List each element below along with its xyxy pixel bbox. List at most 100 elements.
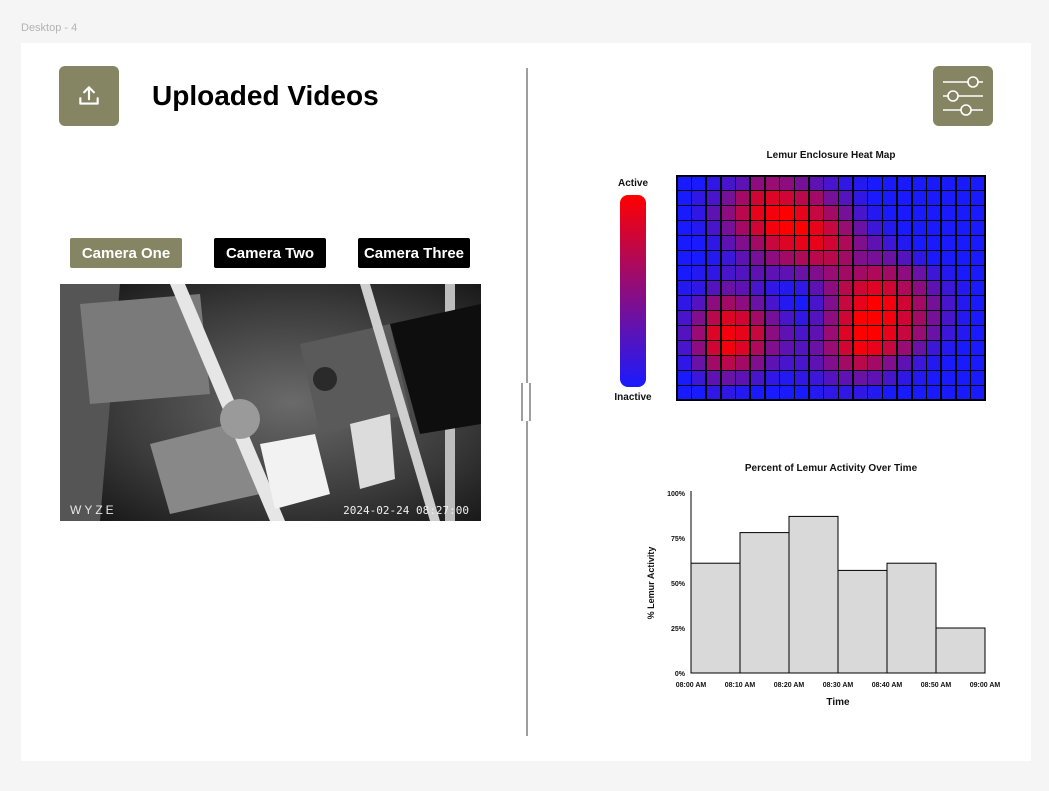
- heatmap-cell: [677, 206, 691, 220]
- heatmap-cell: [780, 326, 794, 340]
- heatmap-cell: [677, 281, 691, 295]
- heatmap-cell: [956, 386, 970, 400]
- heatmap-cell: [780, 236, 794, 250]
- heatmap-cell: [941, 236, 956, 250]
- heatmap-cell: [853, 266, 867, 280]
- filter-settings-button[interactable]: [933, 66, 993, 126]
- heatmap-cell: [927, 356, 941, 370]
- upload-button[interactable]: [59, 66, 119, 126]
- y-tick-label: 75%: [671, 536, 686, 543]
- heatmap-cell: [839, 176, 853, 190]
- page-title: Uploaded Videos: [152, 80, 379, 111]
- heatmap-cell: [824, 281, 838, 295]
- heatmap-cell: [868, 356, 882, 370]
- x-tick-label: 09:00 AM: [970, 682, 1001, 689]
- heatmap-cell: [736, 176, 750, 190]
- heatmap-cell: [897, 296, 912, 310]
- heatmap-cell: [677, 326, 691, 340]
- heatmap-cell: [809, 206, 823, 220]
- heatmap-cell: [883, 176, 897, 190]
- heatmap-cell: [692, 326, 706, 340]
- heatmap-cell: [883, 191, 897, 205]
- heatmap-cell: [853, 311, 867, 325]
- heatmap-cell: [956, 236, 970, 250]
- heatmap-cell: [809, 236, 823, 250]
- divider-drag-handle[interactable]: [521, 383, 531, 421]
- x-tick-label: 08:20 AM: [774, 682, 805, 689]
- heatmap-cell: [897, 206, 912, 220]
- upload-icon: [79, 86, 99, 105]
- heatmap-cell: [971, 251, 985, 265]
- heatmap-cell: [706, 386, 721, 400]
- heatmap-cell: [868, 371, 882, 385]
- heatmap-cell: [971, 341, 985, 355]
- heatmap-cell: [706, 251, 721, 265]
- x-tick-label: 08:30 AM: [823, 682, 854, 689]
- activity-bar: [690, 562, 741, 674]
- camera-three-button[interactable]: Camera Three: [358, 238, 470, 268]
- heatmap-cell: [839, 386, 853, 400]
- heatmap-cell: [897, 221, 912, 235]
- heatmap-cell: [765, 191, 779, 205]
- heatmap-cell: [736, 356, 750, 370]
- heatmap-cell: [824, 326, 838, 340]
- heatmap-cell: [897, 191, 912, 205]
- heatmap-cell: [883, 281, 897, 295]
- heatmap-cell: [706, 236, 721, 250]
- heatmap-cell: [750, 176, 765, 190]
- camera-two-button[interactable]: Camera Two: [214, 238, 326, 268]
- heatmap-cell: [883, 236, 897, 250]
- heatmap-cell: [824, 236, 838, 250]
- heatmap-cell: [765, 311, 779, 325]
- heatmap-cell: [839, 206, 853, 220]
- heatmap-cell: [971, 281, 985, 295]
- heatmap-cell: [971, 176, 985, 190]
- heatmap-cell: [941, 281, 956, 295]
- heatmap-cell: [765, 356, 779, 370]
- heatmap-cell: [795, 356, 809, 370]
- heatmap-cell: [883, 206, 897, 220]
- heatmap-cell: [677, 191, 691, 205]
- heatmap-cell: [883, 221, 897, 235]
- y-axis-label: % Lemur Activity: [646, 547, 656, 620]
- heatmap-cell: [839, 221, 853, 235]
- heatmap-cell: [795, 206, 809, 220]
- heatmap-cell: [941, 266, 956, 280]
- heatmap-cell: [795, 236, 809, 250]
- heatmap-cell: [706, 206, 721, 220]
- heatmap-cell: [736, 311, 750, 325]
- heatmap-cell: [883, 386, 897, 400]
- camera-one-button[interactable]: Camera One: [70, 238, 182, 268]
- heatmap-cell: [750, 296, 765, 310]
- heatmap-cell: [750, 386, 765, 400]
- heatmap-cell: [912, 311, 926, 325]
- heatmap-cell: [795, 191, 809, 205]
- heatmap-cell: [780, 221, 794, 235]
- heatmap-cell: [868, 311, 882, 325]
- legend-active-label: Active: [617, 178, 648, 189]
- heatmap-cell: [941, 221, 956, 235]
- heatmap-cell: [677, 341, 691, 355]
- heatmap-cell: [780, 191, 794, 205]
- heatmap-cell: [809, 281, 823, 295]
- sliders-icon: [943, 76, 983, 116]
- heatmap-cell: [780, 281, 794, 295]
- heatmap-cell: [883, 311, 897, 325]
- heatmap-cell: [912, 341, 926, 355]
- heatmap-cell: [677, 176, 691, 190]
- heatmap-cell: [839, 371, 853, 385]
- heatmap-cell: [795, 326, 809, 340]
- heatmap-cell: [750, 326, 765, 340]
- heatmap-cell: [883, 341, 897, 355]
- heatmap-cell: [956, 191, 970, 205]
- heatmap-cell: [824, 191, 838, 205]
- heatmap-cell: [853, 251, 867, 265]
- heatmap-cell: [795, 281, 809, 295]
- heatmap-cell: [839, 326, 853, 340]
- heatmap-cell: [721, 371, 735, 385]
- heatmap-cell: [750, 191, 765, 205]
- heatmap-cell: [706, 191, 721, 205]
- y-tick-label: 50%: [671, 581, 686, 588]
- camera-video-feed[interactable]: WYZE 2024-02-24 08:27:00: [60, 284, 481, 521]
- heatmap-cell: [897, 266, 912, 280]
